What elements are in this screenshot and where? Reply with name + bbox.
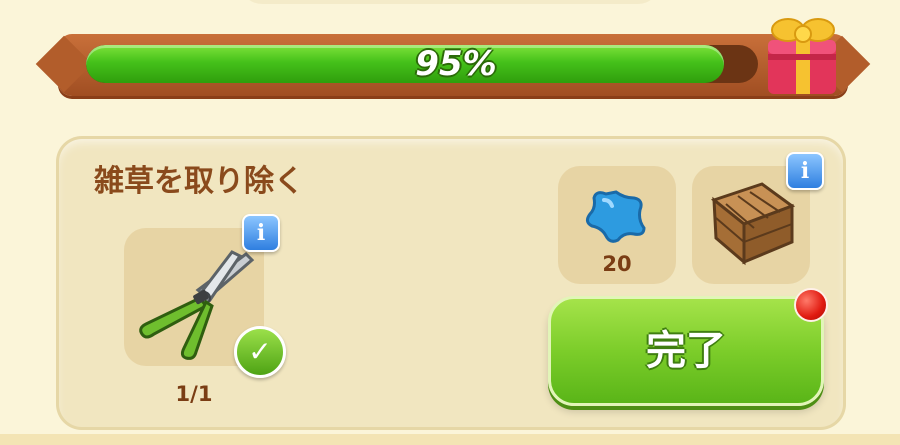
star-amount: 20: [602, 252, 632, 276]
bottom-strip: [0, 434, 900, 445]
tool-info-button[interactable]: i: [242, 214, 280, 252]
top-panel-edge: [240, 0, 660, 4]
gift-box-icon[interactable]: [762, 2, 842, 98]
complete-button[interactable]: 完了: [548, 296, 824, 406]
task-title: 雑草を取り除く: [94, 164, 304, 199]
notification-dot: [794, 288, 828, 322]
crate-info-button[interactable]: i: [786, 152, 824, 190]
blue-star-icon: [585, 190, 646, 243]
checkmark-icon: ✓: [234, 326, 286, 378]
tool-count: 1/1: [175, 382, 213, 406]
progress-percent: 95%: [415, 44, 497, 84]
